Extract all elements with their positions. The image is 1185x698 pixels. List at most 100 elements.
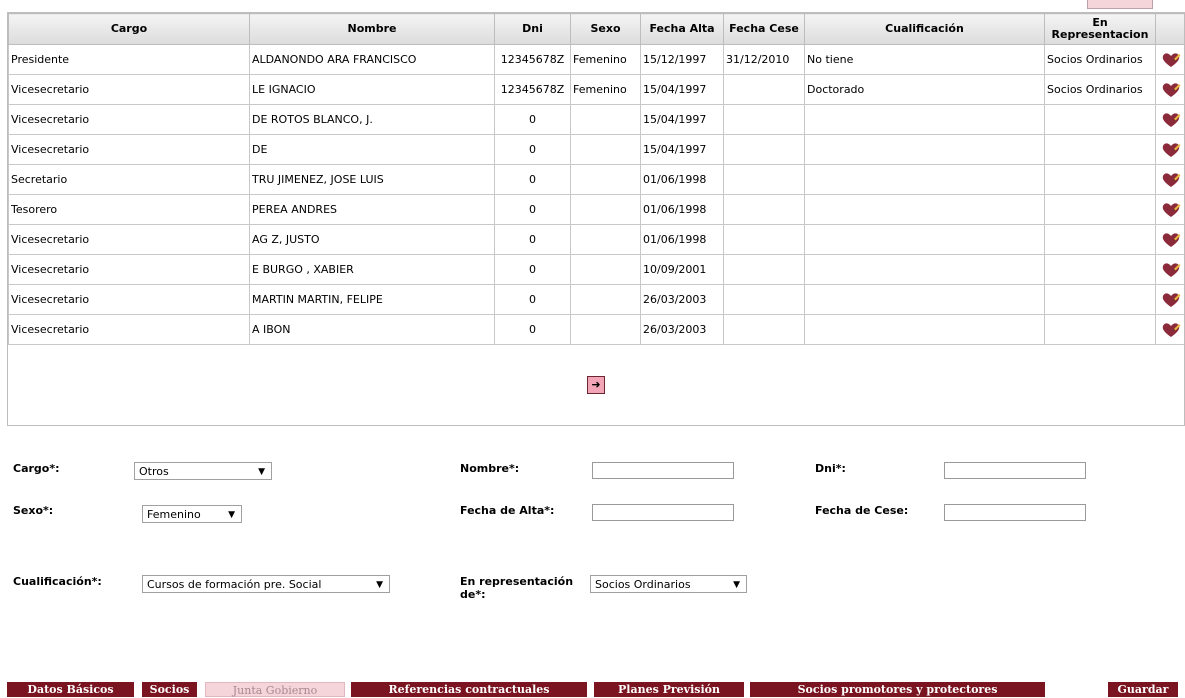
table-row[interactable]: TesoreroPEREA ANDRES001/06/1998 — [9, 195, 1185, 225]
cell-nombre: AG Z, JUSTO — [250, 225, 495, 255]
row-edit-cell — [1156, 45, 1185, 75]
cell-fecha-cese — [724, 225, 805, 255]
edit-heart-pencil-icon[interactable] — [1161, 80, 1181, 100]
cell-cargo: Presidente — [9, 45, 250, 75]
header-nombre[interactable]: Nombre — [250, 14, 495, 45]
dni-label: Dni*: — [815, 462, 846, 475]
cell-en-representacion — [1045, 105, 1156, 135]
cell-cargo: Vicesecretario — [9, 75, 250, 105]
cell-cargo: Vicesecretario — [9, 315, 250, 345]
cell-dni: 0 — [495, 255, 571, 285]
edit-heart-pencil-icon[interactable] — [1161, 320, 1181, 340]
nav-planes-button[interactable]: Planes Previsión — [594, 682, 744, 697]
header-fecha-cese[interactable]: Fecha Cese — [724, 14, 805, 45]
cell-en-representacion — [1045, 285, 1156, 315]
dni-input[interactable] — [944, 462, 1086, 479]
header-dni[interactable]: Dni — [495, 14, 571, 45]
cell-nombre: MARTIN MARTIN, FELIPE — [250, 285, 495, 315]
header-fecha-alta[interactable]: Fecha Alta — [641, 14, 724, 45]
row-edit-cell — [1156, 165, 1185, 195]
cell-fecha-cese — [724, 255, 805, 285]
cell-cargo: Vicesecretario — [9, 105, 250, 135]
cualificacion-label: Cualificación*: — [13, 575, 102, 588]
next-page-button[interactable]: ➜ — [587, 376, 605, 394]
nav-datos-basicos-button[interactable]: Datos Básicos — [7, 682, 134, 697]
nav-socios-button[interactable]: Socios — [142, 682, 197, 697]
pager: ➜ — [8, 376, 1184, 394]
table-header-row: Cargo Nombre Dni Sexo Fecha Alta Fecha C… — [9, 14, 1185, 45]
row-edit-cell — [1156, 255, 1185, 285]
edit-heart-pencil-icon[interactable] — [1161, 170, 1181, 190]
cell-fecha-cese — [724, 75, 805, 105]
chevron-down-icon: ▼ — [228, 506, 235, 524]
edit-heart-pencil-icon[interactable] — [1161, 200, 1181, 220]
cargo-select[interactable]: Otros ▼ — [134, 462, 272, 480]
cell-en-representacion — [1045, 225, 1156, 255]
cell-fecha-cese — [724, 165, 805, 195]
header-cargo[interactable]: Cargo — [9, 14, 250, 45]
cell-cualificacion — [805, 105, 1045, 135]
cell-cargo: Vicesecretario — [9, 225, 250, 255]
cell-sexo — [571, 285, 641, 315]
cell-cualificacion — [805, 165, 1045, 195]
header-cualificacion[interactable]: Cualificación — [805, 14, 1045, 45]
nav-referencias-button[interactable]: Referencias contractuales — [351, 682, 587, 697]
cell-nombre: LE IGNACIO — [250, 75, 495, 105]
table-row[interactable]: PresidenteALDANONDO ARA FRANCISCO1234567… — [9, 45, 1185, 75]
chevron-down-icon: ▼ — [376, 576, 383, 594]
row-edit-cell — [1156, 75, 1185, 105]
table-row[interactable]: SecretarioTRU JIMENEZ, JOSE LUIS001/06/1… — [9, 165, 1185, 195]
cell-nombre: DE ROTOS BLANCO, J. — [250, 105, 495, 135]
cell-en-representacion: Socios Ordinarios — [1045, 75, 1156, 105]
edit-heart-pencil-icon[interactable] — [1161, 140, 1181, 160]
row-edit-cell — [1156, 315, 1185, 345]
table-row[interactable]: VicesecretarioA IBON026/03/2003 — [9, 315, 1185, 345]
edit-heart-pencil-icon[interactable] — [1161, 230, 1181, 250]
cell-fecha-cese — [724, 105, 805, 135]
cell-nombre: E BURGO , XABIER — [250, 255, 495, 285]
top-tab-stub — [1087, 0, 1153, 9]
row-edit-cell — [1156, 135, 1185, 165]
cell-fecha-alta: 15/04/1997 — [641, 105, 724, 135]
fecha-alta-label: Fecha de Alta*: — [460, 504, 554, 517]
row-edit-cell — [1156, 225, 1185, 255]
cell-en-representacion: Socios Ordinarios — [1045, 45, 1156, 75]
edit-heart-pencil-icon[interactable] — [1161, 50, 1181, 70]
cell-sexo — [571, 315, 641, 345]
table-row[interactable]: VicesecretarioLE IGNACIO12345678ZFemenin… — [9, 75, 1185, 105]
cell-cualificacion — [805, 285, 1045, 315]
nav-promotores-button[interactable]: Socios promotores y protectores — [750, 682, 1045, 697]
table-row[interactable]: VicesecretarioDE ROTOS BLANCO, J.015/04/… — [9, 105, 1185, 135]
cualificacion-select[interactable]: Cursos de formación pre. Social ▼ — [142, 575, 390, 593]
fecha-alta-input[interactable] — [592, 504, 734, 521]
cell-fecha-cese — [724, 285, 805, 315]
chevron-down-icon: ▼ — [733, 576, 740, 594]
nav-junta-gobierno-tab[interactable]: Junta Gobierno — [205, 682, 345, 697]
nombre-input[interactable] — [592, 462, 734, 479]
cell-dni: 0 — [495, 225, 571, 255]
table-row[interactable]: VicesecretarioDE015/04/1997 — [9, 135, 1185, 165]
representacion-select[interactable]: Socios Ordinarios ▼ — [590, 575, 747, 593]
row-edit-cell — [1156, 285, 1185, 315]
table-row[interactable]: VicesecretarioE BURGO , XABIER010/09/200… — [9, 255, 1185, 285]
cell-cualificacion: No tiene — [805, 45, 1045, 75]
nombre-label: Nombre*: — [460, 462, 519, 475]
arrow-right-icon: ➜ — [591, 378, 600, 391]
table-row[interactable]: VicesecretarioMARTIN MARTIN, FELIPE026/0… — [9, 285, 1185, 315]
edit-heart-pencil-icon[interactable] — [1161, 290, 1181, 310]
table-row[interactable]: VicesecretarioAG Z, JUSTO001/06/1998 — [9, 225, 1185, 255]
header-sexo[interactable]: Sexo — [571, 14, 641, 45]
header-en-representacion[interactable]: En Representacion — [1045, 14, 1156, 45]
edit-heart-pencil-icon[interactable] — [1161, 260, 1181, 280]
cell-fecha-alta: 10/09/2001 — [641, 255, 724, 285]
cell-dni: 0 — [495, 195, 571, 225]
cargo-select-value: Otros — [139, 465, 169, 478]
chevron-down-icon: ▼ — [258, 463, 265, 481]
fecha-cese-label: Fecha de Cese: — [815, 504, 908, 517]
fecha-cese-input[interactable] — [944, 504, 1086, 521]
edit-heart-pencil-icon[interactable] — [1161, 110, 1181, 130]
sexo-select[interactable]: Femenino ▼ — [142, 505, 242, 523]
row-edit-cell — [1156, 195, 1185, 225]
cell-sexo: Femenino — [571, 75, 641, 105]
guardar-button[interactable]: Guardar — [1108, 682, 1178, 697]
